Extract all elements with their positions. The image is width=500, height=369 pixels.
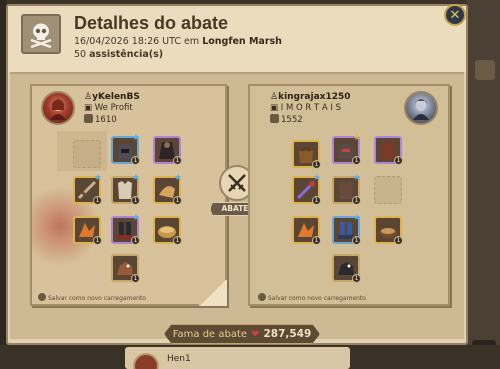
equipment-slot-head[interactable]: ★ 1	[111, 133, 141, 165]
enchant-star-icon: ★	[94, 173, 103, 183]
enchant-star-icon: ★	[313, 173, 322, 183]
quality-badge: 1	[173, 236, 182, 245]
victim-guild: ▣ I M O R T A I S	[270, 103, 341, 113]
victim-name[interactable]: ♙kingrajax1250	[270, 92, 351, 102]
quality-badge: 1	[131, 156, 140, 165]
equipment-slot-food[interactable]: 1	[153, 216, 182, 245]
quality-badge: 1	[131, 274, 140, 283]
fame-gem-icon: ❤	[251, 328, 260, 340]
quality-badge: 1	[352, 156, 361, 165]
equipment-slot-cape[interactable]: 1	[153, 136, 182, 165]
equipment-slot-food[interactable]: 1	[374, 216, 403, 245]
assist-label: assistência(s)	[89, 49, 164, 60]
save-icon	[258, 293, 266, 301]
quality-badge: 1	[173, 196, 182, 205]
item-power-icon	[84, 114, 93, 123]
entry-player-name: Hen1	[167, 354, 191, 364]
quality-badge: 1	[93, 196, 102, 205]
equipment-slot-potion[interactable]: 1	[73, 216, 102, 245]
equipment-slot-cape[interactable]: 1	[374, 136, 403, 165]
equipment-slot-shoes[interactable]: ★ 1	[111, 213, 141, 245]
quality-badge: 1	[352, 274, 361, 283]
enchant-star-icon: ★	[174, 173, 183, 183]
enchant-star-icon: ★	[132, 133, 141, 143]
victim-avatar[interactable]	[404, 91, 438, 125]
kill-fame-banner: Fama de abate ❤ 287,549	[164, 324, 320, 344]
kill-fame-label: Fama de abate	[172, 328, 248, 340]
equipment-slot-head[interactable]: ★ 1	[332, 133, 362, 165]
page-curl	[199, 280, 227, 306]
panel-header: Detalhes do abate 16/04/2026 18:26 UTC e…	[8, 6, 466, 72]
equipment-slot-mainhand[interactable]: ★ 1	[292, 173, 322, 205]
equipment-slot-mount[interactable]: 1	[332, 254, 361, 283]
equipment-slot-armor[interactable]: ★ 1	[332, 173, 362, 205]
equipment-slot-bag[interactable]: 1	[292, 140, 321, 169]
save-icon	[38, 293, 46, 301]
quality-badge: 1	[312, 236, 321, 245]
enchant-star-icon: ★	[353, 133, 362, 143]
equipment-slot-shoes[interactable]: ★ 1	[332, 213, 362, 245]
equipment-slot-armor[interactable]: ★ 1	[111, 173, 141, 205]
page-title: Detalhes do abate	[74, 13, 229, 33]
avatar	[133, 353, 159, 369]
kill-body: ♙yKelenBS ▣ We Profit 1610 ★1 1 ★1 ★1	[10, 72, 464, 339]
item-power-icon	[270, 114, 279, 123]
quality-badge: 1	[394, 236, 403, 245]
enchant-star-icon: ★	[132, 173, 141, 183]
victim-save-loadout-button[interactable]: Salvar como novo carregamento	[258, 293, 366, 302]
enchant-star-icon: ★	[132, 213, 141, 223]
equipment-slot-offhand	[374, 176, 402, 204]
kill-location: Longfen Marsh	[202, 36, 282, 47]
killer-guild: ▣ We Profit	[84, 103, 133, 113]
quality-badge: 1	[131, 196, 140, 205]
enchant-star-icon: ★	[353, 213, 362, 223]
equipment-slot-mainhand[interactable]: ★ 1	[73, 173, 103, 205]
kill-fame-value: 287,549	[263, 328, 312, 340]
killer-avatar[interactable]	[41, 91, 75, 125]
background-right-side	[467, 0, 500, 369]
close-icon: ✕	[449, 7, 461, 23]
quality-badge: 1	[312, 160, 321, 169]
quality-badge: 1	[352, 196, 361, 205]
equipment-slot-potion[interactable]: 1	[292, 216, 321, 245]
close-button[interactable]: ✕	[444, 4, 466, 26]
enchant-star-icon: ★	[353, 173, 362, 183]
quality-badge: 1	[93, 236, 102, 245]
skull-crossbones-icon	[21, 14, 61, 54]
victim-card: ♙kingrajax1250 ▣ I M O R T A I S 1552 1 …	[248, 84, 450, 306]
background-kill-entry[interactable]: Hen1	[125, 347, 350, 369]
assist-count-line: 50 assistência(s)	[74, 49, 163, 60]
quality-badge: 1	[173, 156, 182, 165]
quality-badge: 1	[352, 236, 361, 245]
quality-badge: 1	[131, 236, 140, 245]
equipment-slot-bag	[73, 140, 101, 168]
victim-item-power: 1552	[270, 114, 303, 125]
kill-date-location: 16/04/2026 18:26 UTC em Longfen Marsh	[74, 36, 282, 47]
killer-save-loadout-button[interactable]: Salvar como novo carregamento	[38, 293, 146, 302]
killer-item-power: 1610	[84, 114, 117, 125]
equipment-slot-offhand[interactable]: ★ 1	[153, 173, 183, 205]
killer-card: ♙yKelenBS ▣ We Profit 1610 ★1 1 ★1 ★1	[30, 84, 227, 306]
kill-details-panel: Detalhes do abate 16/04/2026 18:26 UTC e…	[6, 4, 468, 345]
quality-badge: 1	[312, 196, 321, 205]
quality-badge: 1	[394, 156, 403, 165]
kill-em: em	[184, 36, 200, 47]
assist-count: 50	[74, 49, 87, 60]
equipment-slot-mount[interactable]: 1	[111, 254, 140, 283]
killer-name[interactable]: ♙yKelenBS	[84, 92, 140, 102]
kill-date: 16/04/2026 18:26 UTC	[74, 36, 182, 47]
background-icon	[475, 60, 495, 80]
